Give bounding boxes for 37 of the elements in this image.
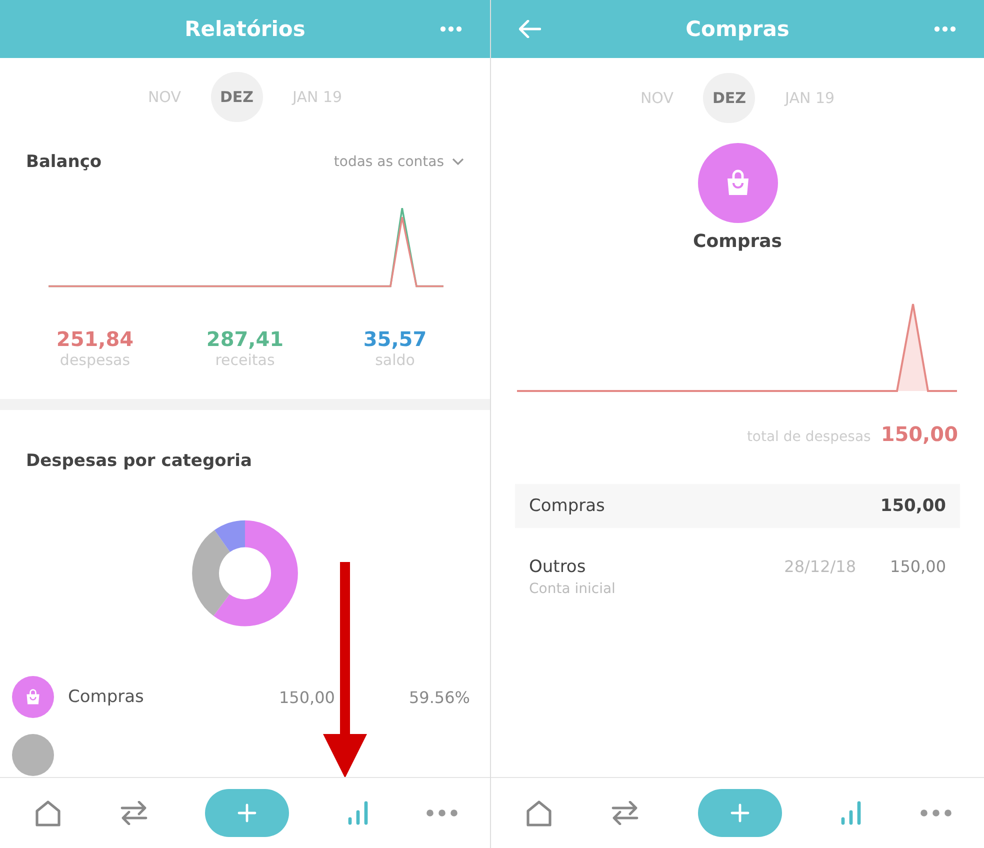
bar-chart-icon[interactable] [840, 801, 862, 825]
category-percent: 59.56% [408, 688, 470, 706]
home-icon[interactable] [34, 799, 62, 827]
add-button[interactable] [698, 789, 782, 837]
section-title: Despesas por categoria [26, 451, 253, 472]
month-tab[interactable]: DEZ [210, 72, 263, 122]
transfer-icon[interactable] [611, 801, 640, 825]
more-icon[interactable] [920, 809, 952, 817]
home-icon[interactable] [525, 799, 553, 827]
group-amount: 150,00 [880, 496, 946, 516]
screen-title: Relatórios [184, 17, 306, 41]
category-name: Compras [68, 687, 145, 707]
transaction-name[interactable]: Outros [529, 557, 784, 577]
category-amount: 150,00 [279, 688, 335, 706]
month-tab[interactable]: DEZ [703, 73, 756, 123]
section-title: Balanço [26, 152, 102, 172]
stat-value: 35,57 [363, 326, 427, 351]
stat-value: 287,41 [206, 326, 284, 351]
stat-value: 251,84 [56, 326, 134, 351]
transaction-date: 28/12/18 [784, 557, 856, 576]
account-name: Conta inicial [529, 581, 616, 597]
more-icon[interactable] [934, 26, 956, 32]
add-button[interactable] [205, 789, 289, 837]
category-name: Compras [693, 231, 782, 252]
screen-title: Compras [684, 17, 790, 41]
transaction-amount: 150,00 [890, 557, 946, 576]
total-value: 150,00 [880, 422, 958, 446]
group-name: Compras [529, 496, 605, 516]
plus-icon [730, 803, 750, 823]
plus-icon [237, 803, 257, 823]
back-icon[interactable] [519, 20, 541, 38]
chevron-down-icon [452, 158, 464, 166]
transfer-icon[interactable] [120, 801, 148, 825]
bar-chart-icon[interactable] [346, 801, 368, 825]
more-icon[interactable] [440, 26, 462, 32]
account-filter[interactable]: todas as contas [334, 154, 464, 170]
more-icon[interactable] [426, 809, 458, 817]
